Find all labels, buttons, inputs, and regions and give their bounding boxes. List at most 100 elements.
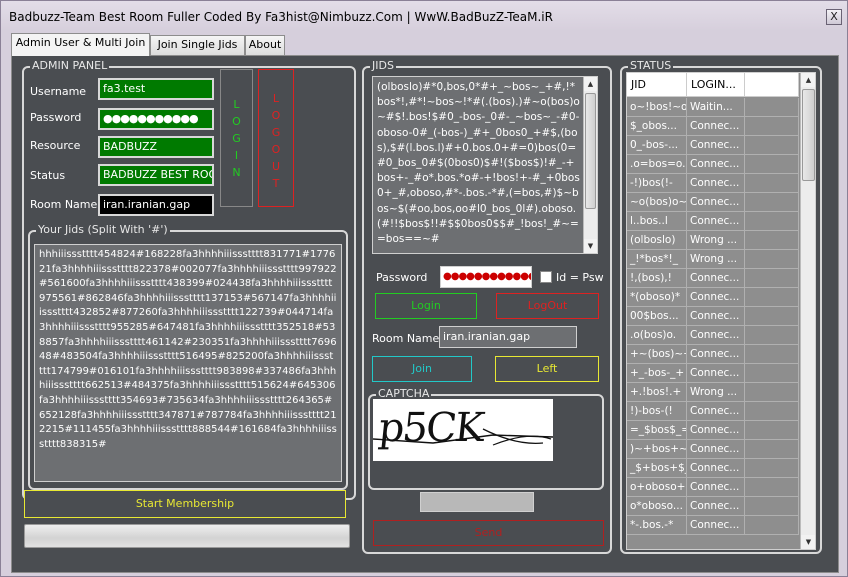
status-table-row[interactable]: +_-bos-_+ Connec... bbox=[627, 364, 799, 383]
logout-letter: L bbox=[272, 92, 280, 105]
start-membership-button[interactable]: Start Membership bbox=[24, 490, 346, 518]
status-jid-cell: 0_-bos-... bbox=[627, 136, 687, 155]
send-button[interactable]: Send bbox=[373, 520, 604, 546]
status-login-cell: Connec... bbox=[687, 516, 745, 535]
status-jid-cell: _!*bos*!_ bbox=[627, 250, 687, 269]
status-empty-cell bbox=[745, 155, 799, 174]
jids-textbox[interactable]: (olboslo)#*0,bos,0*#+_~bos~_+#,!*bos*!,#… bbox=[372, 76, 598, 254]
jids-logout-button[interactable]: LogOut bbox=[496, 293, 599, 319]
scroll-up-icon[interactable]: ▲ bbox=[584, 77, 597, 91]
jids-login-button[interactable]: Login bbox=[375, 293, 477, 319]
status-login-cell: Connec... bbox=[687, 402, 745, 421]
status-empty-cell bbox=[745, 136, 799, 155]
left-button[interactable]: Left bbox=[495, 356, 599, 382]
status-empty-cell bbox=[745, 459, 799, 478]
captcha-input[interactable] bbox=[420, 492, 534, 512]
close-button[interactable]: X bbox=[826, 9, 842, 25]
status-table-row[interactable]: (olboslo) Wrong ... bbox=[627, 231, 799, 250]
status-table-row[interactable]: +~(bos)~+ Connec... bbox=[627, 345, 799, 364]
jids-group: JIDS (olboslo)#*0,bos,0*#+_~bos~_+#,!*bo… bbox=[362, 59, 612, 554]
status-login-cell: Connec... bbox=[687, 288, 745, 307]
room-name-label: Room Name bbox=[30, 198, 98, 211]
status-table-row[interactable]: +.!bos!.+ Wrong ... bbox=[627, 383, 799, 402]
status-table-row[interactable]: .o=bos=o. Connec... bbox=[627, 155, 799, 174]
status-login-cell: Connec... bbox=[687, 326, 745, 345]
your-jids-title: Your Jids (Split With '#') bbox=[36, 223, 170, 236]
status-table-header: JID LOGIN... bbox=[627, 73, 799, 97]
status-table-row[interactable]: o*oboso... Connec... bbox=[627, 497, 799, 516]
status-table-row[interactable]: l..bos..l Connec... bbox=[627, 212, 799, 231]
jids-room-name-label: Room Name bbox=[372, 332, 440, 345]
status-table-row[interactable]: *-.bos.-* Connec... bbox=[627, 516, 799, 535]
status-table-row[interactable]: 0_-bos-... Connec... bbox=[627, 136, 799, 155]
scroll-down-icon[interactable]: ▼ bbox=[801, 535, 815, 549]
password-field[interactable]: ●●●●●●●●●●● bbox=[98, 108, 214, 130]
status-empty-cell bbox=[745, 345, 799, 364]
status-login-cell: Connec... bbox=[687, 155, 745, 174]
resource-field[interactable]: BADBUZZ bbox=[98, 136, 214, 158]
your-jids-textbox[interactable]: hhhiiissstttt454824#168228fa3hhhhiiissst… bbox=[34, 244, 342, 482]
status-empty-cell bbox=[745, 212, 799, 231]
status-empty-cell bbox=[745, 497, 799, 516]
status-jid-cell: !)-bos-(! bbox=[627, 402, 687, 421]
status-col-jid[interactable]: JID bbox=[627, 73, 687, 97]
status-login-cell: Wrong ... bbox=[687, 231, 745, 250]
status-table-row[interactable]: o~!bos!~o Waitin... bbox=[627, 98, 799, 117]
status-field[interactable]: BADBUZZ BEST ROOM bbox=[98, 164, 214, 186]
status-scrollbar[interactable]: ▲ ▼ bbox=[800, 73, 815, 549]
status-table-row[interactable]: ~o(bos)o~ Connec... bbox=[627, 193, 799, 212]
status-empty-cell bbox=[745, 231, 799, 250]
scroll-thumb[interactable] bbox=[585, 93, 596, 209]
username-field[interactable]: fa3.test bbox=[98, 78, 214, 100]
join-button[interactable]: Join bbox=[372, 356, 472, 382]
status-title: STATUS bbox=[628, 59, 674, 72]
room-name-field[interactable]: iran.iranian.gap bbox=[98, 194, 214, 216]
status-table-row[interactable]: *(oboso)* Connec... bbox=[627, 288, 799, 307]
id-psw-label: Id = Psw bbox=[556, 271, 604, 284]
status-login-cell: Connec... bbox=[687, 117, 745, 136]
tab-about[interactable]: About bbox=[245, 35, 285, 55]
jids-title: JIDS bbox=[370, 59, 396, 72]
jids-password-field[interactable]: ●●●●●●●●●●●● bbox=[440, 266, 532, 288]
status-empty-cell bbox=[745, 326, 799, 345]
membership-progress-bar bbox=[24, 524, 350, 548]
status-table-row[interactable]: o+oboso+o Connec... bbox=[627, 478, 799, 497]
status-table-row[interactable]: )~+bos+~(Connec... bbox=[627, 440, 799, 459]
scroll-up-icon[interactable]: ▲ bbox=[801, 73, 815, 87]
app-window: Badbuzz-Team Best Room Fuller Coded By F… bbox=[0, 0, 848, 577]
login-button[interactable]: L O G I N bbox=[220, 69, 253, 207]
jids-room-name-field[interactable]: iran.iranian.gap bbox=[439, 326, 577, 348]
login-letter: N bbox=[232, 166, 241, 179]
admin-panel-group: ADMIN PANEL Username fa3.test Password ●… bbox=[22, 59, 356, 500]
status-table-row[interactable]: !,(bos),! Connec... bbox=[627, 269, 799, 288]
status-table-row[interactable]: _$+bos+$_ Connec... bbox=[627, 459, 799, 478]
status-col-login[interactable]: LOGIN... bbox=[687, 73, 745, 97]
status-login-cell: Waitin... bbox=[687, 98, 745, 117]
scroll-thumb[interactable] bbox=[802, 89, 815, 181]
tab-admin-user-multi-join[interactable]: Admin User & Multi Join bbox=[11, 33, 150, 56]
scroll-down-icon[interactable]: ▼ bbox=[584, 239, 597, 253]
jids-scrollbar[interactable]: ▲ ▼ bbox=[583, 77, 597, 253]
status-empty-cell bbox=[745, 364, 799, 383]
status-table-row[interactable]: =_$bos$_= Connec... bbox=[627, 421, 799, 440]
status-col-empty bbox=[745, 73, 799, 97]
tab-join-single-jids[interactable]: Join Single Jids bbox=[150, 35, 245, 55]
status-jid-cell: $_obos... bbox=[627, 117, 687, 136]
status-login-cell: Connec... bbox=[687, 212, 745, 231]
status-table-row[interactable]: -!)bos(!- Connec... bbox=[627, 174, 799, 193]
id-psw-checkbox[interactable] bbox=[540, 271, 552, 283]
status-table-row[interactable]: $_obos... Connec... bbox=[627, 117, 799, 136]
status-table-row[interactable]: .o(bos)o. Connec... bbox=[627, 326, 799, 345]
status-jid-cell: +.!bos!.+ bbox=[627, 383, 687, 402]
status-table-row[interactable]: _!*bos*!_ Wrong ... bbox=[627, 250, 799, 269]
status-empty-cell bbox=[745, 288, 799, 307]
status-table-row[interactable]: 00$bos... Connec... bbox=[627, 307, 799, 326]
status-jid-cell: *-.bos.-* bbox=[627, 516, 687, 535]
status-table-row[interactable]: !)-bos-(! Connec... bbox=[627, 402, 799, 421]
captcha-text: p5CK bbox=[376, 405, 485, 451]
status-login-cell: Connec... bbox=[687, 136, 745, 155]
status-empty-cell bbox=[745, 174, 799, 193]
logout-button[interactable]: L O G O U T bbox=[258, 69, 294, 207]
status-jid-cell: )~+bos+~( bbox=[627, 440, 687, 459]
captcha-image: p5CK bbox=[373, 399, 553, 461]
